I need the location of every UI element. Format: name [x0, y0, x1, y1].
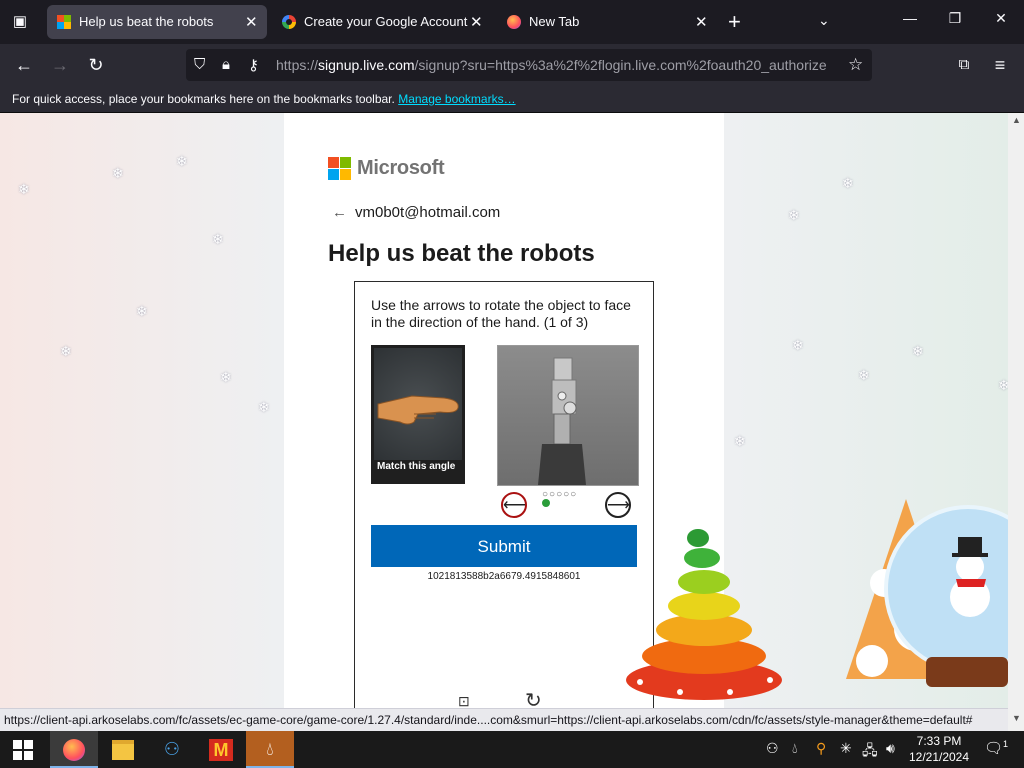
taskbar-mcdonalds-icon[interactable]: M: [197, 731, 245, 768]
snow-globe-decoration: [846, 499, 1008, 687]
rotate-left-button[interactable]: ⟵: [501, 492, 527, 518]
lock-icon[interactable]: 🔒︎: [222, 56, 230, 73]
snowflake-icon: ❄: [60, 343, 72, 359]
snowflake-icon: ❄: [18, 181, 30, 197]
taskbar-people-icon[interactable]: ⚇: [148, 731, 196, 768]
windows-start-icon[interactable]: [13, 740, 33, 760]
snowflake-icon: ❄: [842, 175, 854, 191]
snowflake-icon: ❄: [258, 399, 270, 415]
extensions-icon[interactable]: ⧉: [952, 53, 976, 77]
bookmark-star-icon[interactable]: ☆: [848, 55, 863, 75]
url-path: /signup?sru=https%3a%2f%2flogin.live.com…: [414, 57, 826, 73]
tray-brightness-icon[interactable]: ✳: [840, 740, 852, 757]
account-email: vm0b0t@hotmail.com: [355, 204, 501, 221]
page-scrollbar[interactable]: ▲ ▼: [1008, 113, 1024, 731]
minimize-icon[interactable]: —: [895, 10, 925, 26]
snowflake-icon: ❄: [858, 367, 870, 383]
submit-button[interactable]: Submit: [371, 525, 637, 567]
tab-strip: ▣ Help us beat the robots ✕ Create your …: [0, 0, 1024, 44]
tray-drop-icon[interactable]: 💧︎: [792, 740, 798, 757]
list-all-tabs-icon[interactable]: ⌄: [818, 12, 830, 29]
menu-icon[interactable]: ≡: [988, 53, 1012, 77]
link-status-preview: https://client-api.arkoselabs.com/fc/ass…: [0, 708, 1008, 731]
snowflake-icon: ❄: [792, 337, 804, 353]
tray-search-app-icon[interactable]: ⚲: [816, 740, 826, 757]
tab-new-tab[interactable]: New Tab ✕: [497, 5, 717, 39]
network-icon[interactable]: 🖧︎: [862, 740, 878, 764]
tab-title: New Tab: [529, 14, 580, 29]
taskbar-file-explorer-icon[interactable]: [99, 731, 147, 768]
url-host: signup.live.com: [318, 57, 415, 73]
audio-challenge-icon[interactable]: ⊡: [458, 693, 470, 708]
reload-icon[interactable]: ↻: [84, 53, 108, 77]
session-id: 1021813588b2a6679.4915848601: [427, 571, 581, 582]
url-scheme: https://: [276, 57, 319, 73]
new-tab-button[interactable]: +: [728, 10, 741, 34]
snowflake-icon: ❄: [220, 369, 232, 385]
taskbar-firefox-icon[interactable]: [50, 731, 98, 768]
snowflake-icon: ❄: [112, 165, 124, 181]
bookmarks-hint: For quick access, place your bookmarks h…: [12, 92, 395, 106]
close-window-icon[interactable]: ✕: [986, 10, 1016, 27]
scroll-down-icon[interactable]: ▼: [1012, 713, 1021, 723]
windows-taskbar: ⚇ M 💧︎ ⚇ 💧︎ ⚲ ✳ 🖧︎ 🔊︎ 7:33 PM 12/21/2024…: [0, 731, 1024, 768]
tab-help-us-beat-the-robots[interactable]: Help us beat the robots ✕: [47, 5, 267, 39]
system-clock[interactable]: 7:33 PM 12/21/2024: [906, 733, 972, 765]
match-angle-label: Match this angle: [377, 461, 456, 472]
clock-date: 12/21/2024: [908, 750, 970, 764]
pointing-hand-image: [374, 348, 462, 460]
snowflake-icon: ❄: [212, 231, 224, 247]
snowflake-icon: ❄: [788, 207, 800, 223]
rotate-right-button[interactable]: ⟶: [605, 492, 631, 518]
forward-icon[interactable]: →: [48, 53, 72, 77]
bookmarks-toolbar: For quick access, place your bookmarks h…: [0, 86, 1024, 113]
page-title: Help us beat the robots: [328, 240, 595, 267]
google-icon: [282, 15, 296, 29]
restart-challenge-icon[interactable]: ↻: [525, 688, 542, 708]
christmas-tree-decoration: [626, 529, 782, 700]
challenge-instruction: Use the arrows to rotate the object to f…: [371, 297, 631, 330]
restore-icon[interactable]: ❐: [940, 10, 970, 27]
snowflake-icon: ❄: [136, 303, 148, 319]
clock-time: 7:33 PM: [916, 734, 962, 748]
captcha-challenge: Use the arrows to rotate the object to f…: [354, 281, 654, 708]
back-to-email[interactable]: ← vm0b0t@hotmail.com: [332, 204, 500, 221]
firefox-view-icon[interactable]: ▣: [8, 10, 32, 34]
reference-hand-panel: Match this angle: [371, 345, 465, 484]
notification-center-icon[interactable]: 🗨︎1: [984, 739, 1008, 757]
rotatable-object-panel: [497, 345, 639, 486]
manage-bookmarks-link[interactable]: Manage bookmarks…: [398, 92, 515, 106]
tab-create-google-account[interactable]: Create your Google Account ✕: [272, 5, 492, 39]
microsoft-logo-icon: [328, 157, 351, 180]
firefox-icon: [507, 15, 521, 29]
snowflake-icon: ❄: [998, 377, 1008, 393]
key-icon[interactable]: ⚷: [248, 56, 259, 74]
address-bar[interactable]: ⛉ 🔒︎ ⚷ https://signup.live.com/signup?sr…: [186, 49, 872, 81]
snowflake-icon: ❄: [734, 433, 746, 449]
url-text[interactable]: https://signup.live.com/signup?sru=https…: [276, 57, 826, 73]
volume-icon[interactable]: 🔊︎: [886, 740, 895, 757]
tab-title: Create your Google Account: [304, 14, 468, 29]
progress-current-dot: [542, 499, 550, 507]
close-tab-icon[interactable]: ✕: [245, 13, 258, 31]
tab-title: Help us beat the robots: [79, 14, 214, 29]
navigation-toolbar: ← → ↻ ⛉ 🔒︎ ⚷ https://signup.live.com/sig…: [0, 44, 1024, 86]
tray-people-icon[interactable]: ⚇: [766, 740, 779, 757]
close-tab-icon[interactable]: ✕: [695, 13, 708, 31]
snowflake-icon: ❄: [912, 343, 924, 359]
scroll-up-icon[interactable]: ▲: [1012, 115, 1021, 125]
brand-name: Microsoft: [357, 157, 445, 179]
close-tab-icon[interactable]: ✕: [470, 13, 483, 31]
notification-count: 1: [1003, 739, 1009, 749]
back-icon[interactable]: ←: [12, 53, 36, 77]
snowflake-icon: ❄: [176, 153, 188, 169]
back-arrow-icon[interactable]: ←: [332, 204, 347, 221]
shield-icon[interactable]: ⛉: [194, 56, 205, 73]
taskbar-drop-app-icon[interactable]: 💧︎: [246, 731, 294, 768]
page-viewport: ❄ ❄ ❄ ❄ ❄ ❄ ❄ ❄ ❄ ❄ ❄ ❄ ❄ ❄ ❄ Microsoft …: [0, 113, 1008, 708]
microsoft-icon: [57, 15, 71, 29]
